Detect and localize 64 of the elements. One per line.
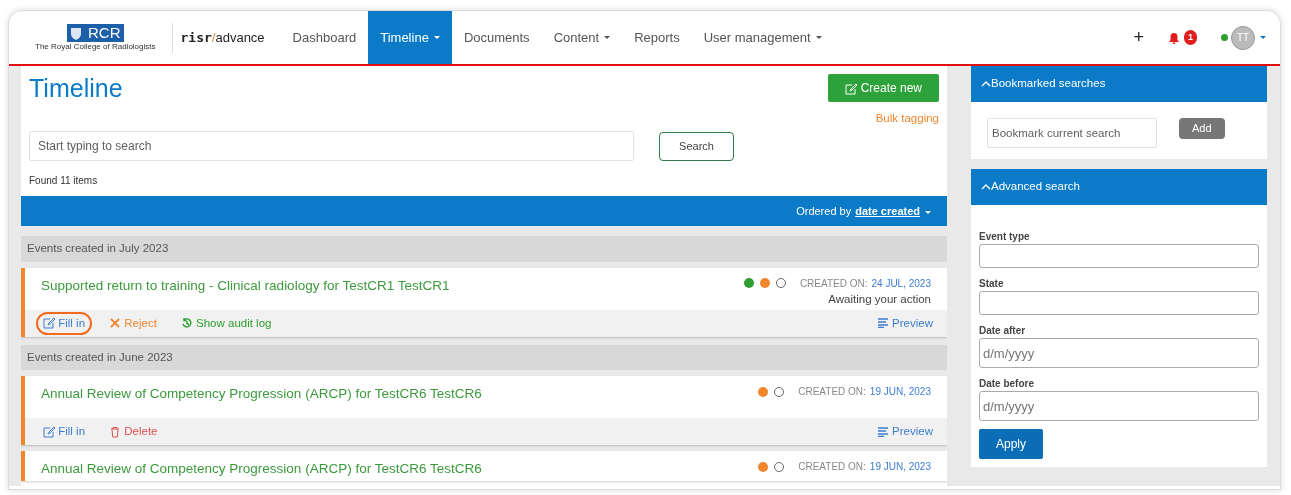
audit-log-link[interactable]: Show audit log [176, 314, 276, 332]
created-date: 24 JUL, 2023 [871, 276, 931, 291]
bell-icon [1168, 31, 1180, 44]
nav-tab[interactable]: Dashboard [280, 11, 369, 64]
bookmark-field[interactable]: Bookmark current search [987, 118, 1157, 148]
field-label: Date before [979, 377, 1035, 391]
event-title[interactable]: Supported return to training - Clinical radiology for TestCR1 TestCR1 [41, 275, 450, 310]
edit-icon [845, 82, 858, 95]
trash-icon [109, 425, 122, 438]
bulk-tagging-link[interactable]: Bulk tagging [875, 110, 939, 128]
created-date: 19 JUN, 2023 [869, 460, 931, 475]
chevron-up-icon [981, 80, 991, 88]
created-label: CREATED ON: [799, 276, 868, 291]
edit-icon [43, 425, 55, 438]
form-field[interactable]: d/m/yyyy [979, 338, 1259, 368]
event-status: Awaiting your action [827, 291, 931, 307]
logo-text: RCR [85, 24, 124, 42]
created-label: CREATED ON: [798, 385, 866, 399]
product-name: risr/advance [180, 28, 265, 47]
nav-tab[interactable]: Documents [451, 11, 542, 64]
preview-link[interactable]: Preview [877, 423, 933, 441]
add-bookmark-button[interactable]: Add [1179, 118, 1225, 139]
nav-tab[interactable]: Content [541, 11, 623, 64]
apply-button[interactable]: Apply [979, 429, 1044, 459]
delete-link[interactable]: Delete [105, 423, 162, 441]
field-label: Event type [979, 230, 1031, 244]
logo-subtitle: The Royal College of Radiologists [35, 42, 156, 51]
preview-link[interactable]: Preview [877, 314, 933, 332]
caret-icon [1260, 36, 1266, 39]
group-header: Events created in July 2023 [21, 236, 947, 262]
panel-header[interactable]: Bookmarked searches [971, 66, 1267, 102]
search-field[interactable]: Start typing to search [29, 131, 634, 162]
history-icon [180, 317, 193, 330]
nav-tab[interactable]: User management [691, 11, 834, 64]
notification-count: 1 [1184, 30, 1197, 45]
edit-icon [43, 317, 55, 330]
reject-link[interactable]: Reject [105, 314, 161, 332]
edit-link[interactable]: Fill in [39, 423, 90, 441]
edit-link[interactable]: Fill in [39, 314, 90, 332]
order-dropdown[interactable]: date created [855, 203, 931, 220]
form-field[interactable]: d/m/yyyy [979, 391, 1259, 421]
nav-tab[interactable]: Reports [622, 11, 692, 64]
field-label: State [979, 277, 1005, 291]
event-title[interactable]: Annual Review of Competency Progression (ARCP) for TestCR6 TestCR6 [41, 459, 482, 482]
order-label: Ordered by [796, 204, 852, 219]
group-header: Events created in June 2023 [21, 344, 947, 370]
lines-icon [877, 318, 889, 329]
result-count: Found 11 items [28, 174, 99, 189]
event-title[interactable]: Annual Review of Competency Progression (ARCP) for TestCR6 TestCR6 [41, 384, 482, 418]
crest-icon [67, 24, 85, 42]
create-button[interactable]: Create new [828, 74, 939, 102]
nav-tab[interactable]: Timeline [368, 11, 452, 64]
lines-icon [877, 426, 889, 437]
created-date: 19 JUN, 2023 [869, 385, 931, 399]
chevron-up-icon [981, 183, 991, 191]
panel-header[interactable]: Advanced search [971, 169, 1267, 205]
created-label: CREATED ON: [798, 460, 866, 475]
add-button[interactable]: + [1133, 24, 1144, 51]
close-icon [109, 317, 122, 330]
search-button[interactable]: Search [659, 131, 734, 161]
form-field[interactable] [979, 244, 1259, 268]
field-label: Date after [979, 324, 1027, 338]
form-field[interactable] [979, 291, 1259, 315]
page-title: Timeline [29, 74, 123, 104]
